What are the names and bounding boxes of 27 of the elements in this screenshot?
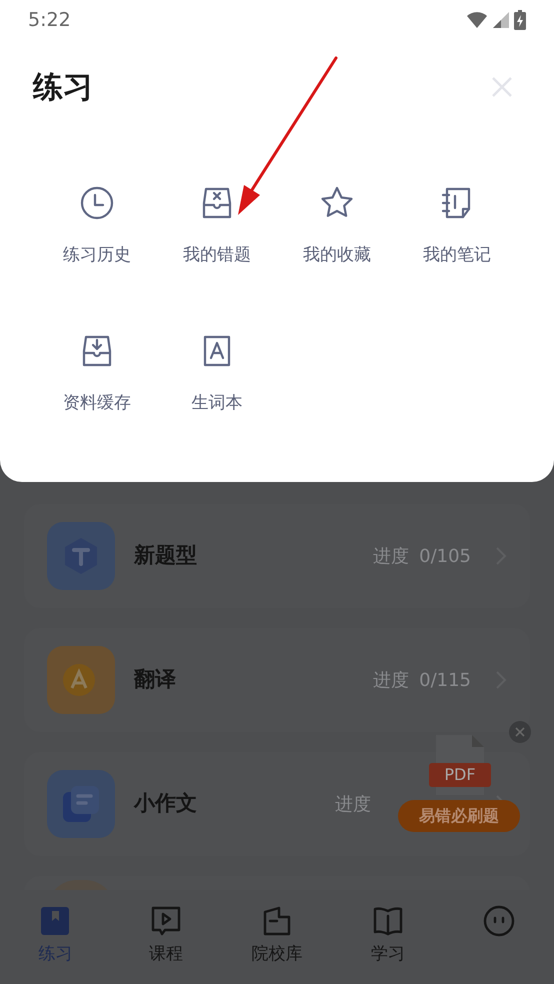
- course-title: 小作文: [134, 790, 197, 818]
- close-icon: [491, 76, 513, 98]
- signal-icon: [492, 11, 510, 29]
- wifi-icon: [466, 11, 488, 29]
- status-time: 5:22: [28, 8, 71, 33]
- menu-item[interactable]: 我的错题: [157, 183, 277, 267]
- sheet-title: 练习: [33, 68, 93, 106]
- progress-count: 0/115: [419, 668, 471, 692]
- menu-item[interactable]: 我的收藏: [277, 183, 397, 267]
- progress-label: 进度: [335, 792, 371, 816]
- close-icon: [515, 727, 525, 737]
- nav-tab[interactable]: 课程: [110, 890, 222, 984]
- promo-button[interactable]: 易错必刷题: [398, 800, 520, 832]
- progress-count: 0/105: [419, 544, 471, 568]
- course-title: 翻译: [134, 666, 176, 694]
- promo-close-button[interactable]: [509, 721, 531, 743]
- progress-label: 进度: [373, 668, 410, 692]
- nav-tab[interactable]: 学习: [332, 890, 444, 984]
- battery-icon: [514, 10, 526, 30]
- menu-item[interactable]: 生词本: [157, 331, 277, 415]
- course-title: 新题型: [134, 542, 197, 570]
- menu-item[interactable]: 练习历史: [37, 183, 157, 267]
- nav-tab[interactable]: 院校库: [222, 890, 332, 984]
- smiley-icon: [482, 904, 516, 938]
- menu-item[interactable]: 我的笔记: [397, 183, 517, 267]
- menu-item[interactable]: 资料缓存: [37, 331, 157, 415]
- progress-label: 进度: [373, 544, 410, 568]
